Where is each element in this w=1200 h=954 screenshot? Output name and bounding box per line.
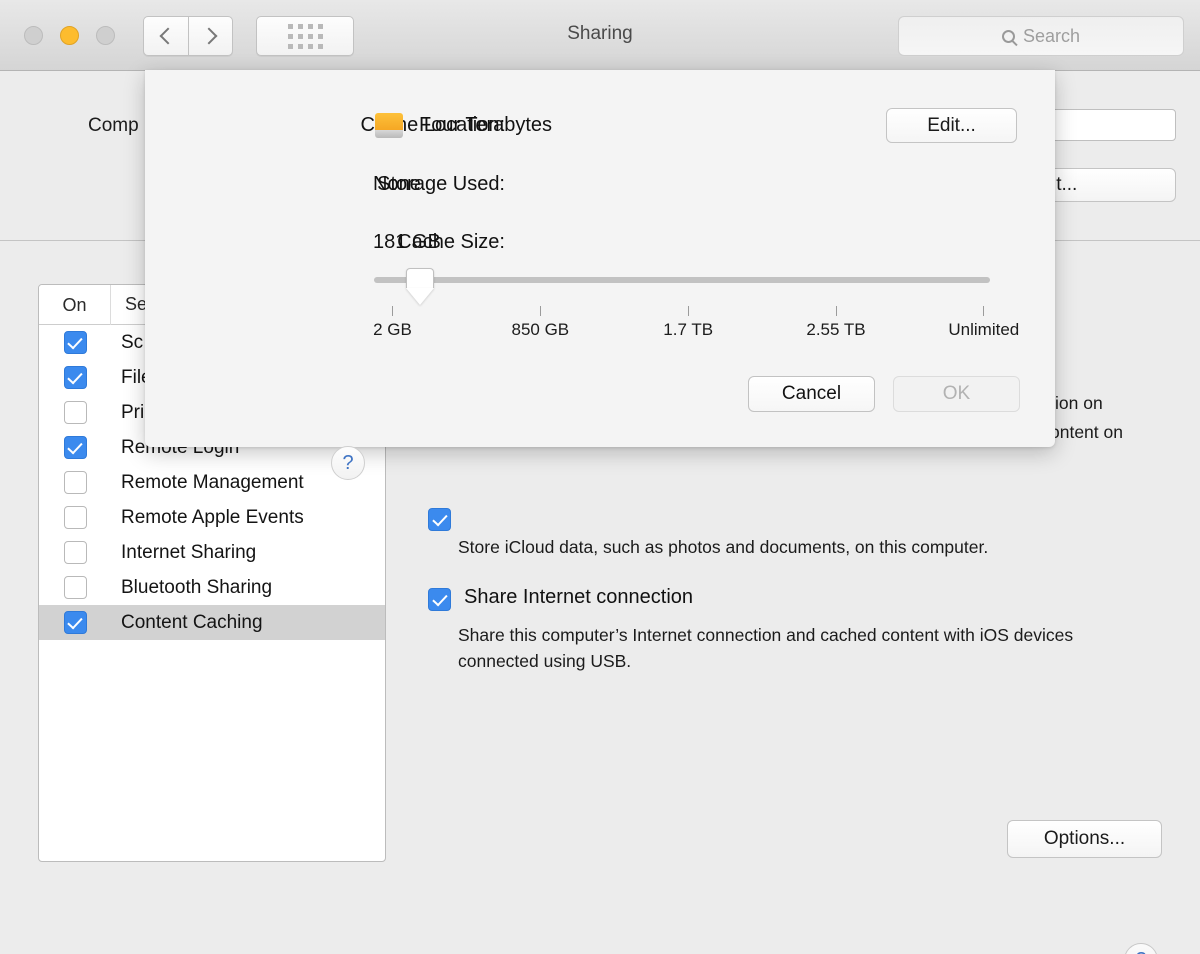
service-checkbox-cell [39,436,111,459]
slider-tick [391,306,393,316]
occluded-text-line-1: ion on [1055,393,1103,413]
service-checkbox-cell [39,471,111,494]
service-row[interactable]: Internet Sharing [39,535,385,570]
service-checkbox[interactable] [63,331,87,354]
cache-icloud-content-description: Store iCloud data, such as photos and do… [458,537,989,557]
service-label: Remote Management [121,471,304,493]
service-row[interactable]: Content Caching [39,605,385,640]
service-label: Sc [121,331,144,353]
window-titlebar: Sharing Search [0,0,1200,71]
edit-computer-name-button[interactable]: it... [1041,168,1176,202]
service-checkbox-cell [39,611,111,634]
service-checkbox-cell [39,401,111,424]
cache-size-slider[interactable]: 2 GB 850 GB 1.7 TB 2.55 TB Unlimited [373,268,1019,348]
cache-icloud-content-checkbox-row[interactable] [428,506,464,531]
service-checkbox[interactable] [63,436,87,459]
cache-size-value: 181 GB [373,231,441,253]
storage-used-value: None [373,173,421,195]
slider-tick [539,306,541,316]
service-row[interactable]: Bluetooth Sharing [39,570,385,605]
slider-tick [983,306,985,316]
service-checkbox-cell [39,541,111,564]
service-label: Pri [121,401,145,423]
share-internet-connection-description: Share this computer’s Internet connectio… [458,625,1074,672]
external-hard-drive-icon [375,113,403,138]
slider-tick-label: 2.55 TB [806,320,866,339]
slider-tick-label: 2 GB [373,320,412,339]
slider-tick-label: 1.7 TB [663,320,714,339]
cancel-button[interactable]: Cancel [748,376,875,412]
service-checkbox-cell [39,506,111,529]
cache-icloud-content-checkbox[interactable] [428,508,451,531]
cache-location-value: Four Terabytes [419,114,553,136]
service-label: Content Caching [121,611,263,633]
service-label: Bluetooth Sharing [121,576,273,598]
service-checkbox[interactable] [63,401,87,424]
service-checkbox-cell [39,576,111,599]
share-internet-connection-checkbox[interactable] [428,588,451,611]
search-icon [1001,29,1015,43]
service-checkbox[interactable] [63,506,87,529]
edit-cache-location-button[interactable]: Edit... [886,108,1017,143]
share-internet-connection-checkbox-row[interactable]: Share Internet connection [428,586,693,611]
help-button[interactable]: ? [1124,943,1158,954]
service-row[interactable]: Remote Apple Events [39,500,385,535]
search-placeholder: Search [1022,25,1081,46]
column-header-on: On [39,285,111,325]
slider-thumb[interactable] [406,268,435,305]
search-input[interactable]: Search [898,16,1184,56]
service-label: Remote Apple Events [121,506,304,528]
share-internet-connection-label: Share Internet connection [464,586,694,608]
computer-name-field[interactable] [1041,109,1176,141]
service-checkbox[interactable] [63,366,87,389]
slider-tick-label: Unlimited [948,320,1020,339]
content-caching-settings-sheet: Cache Location: Four Terabytes Edit... S… [145,70,1055,480]
service-checkbox-cell [39,366,111,389]
service-label: Internet Sharing [121,541,257,563]
ok-button[interactable]: OK [893,376,1020,412]
service-checkbox-cell [39,331,111,354]
occluded-text-line-2: ontent on [1050,422,1123,442]
slider-tick [835,306,837,316]
options-button[interactable]: Options... [1007,820,1162,858]
slider-tick [687,306,689,316]
sharing-preferences-window: Sharing Search Comp it... On Se Sc File Pr… [0,0,1200,954]
service-checkbox[interactable] [63,471,87,494]
service-checkbox[interactable] [63,541,87,564]
sheet-help-button[interactable]: ? [331,446,365,480]
service-checkbox[interactable] [63,576,87,599]
slider-tick-label: 850 GB [511,320,570,339]
computer-name-label: Comp [88,115,139,136]
slider-track[interactable] [374,277,990,283]
service-checkbox[interactable] [63,611,87,634]
